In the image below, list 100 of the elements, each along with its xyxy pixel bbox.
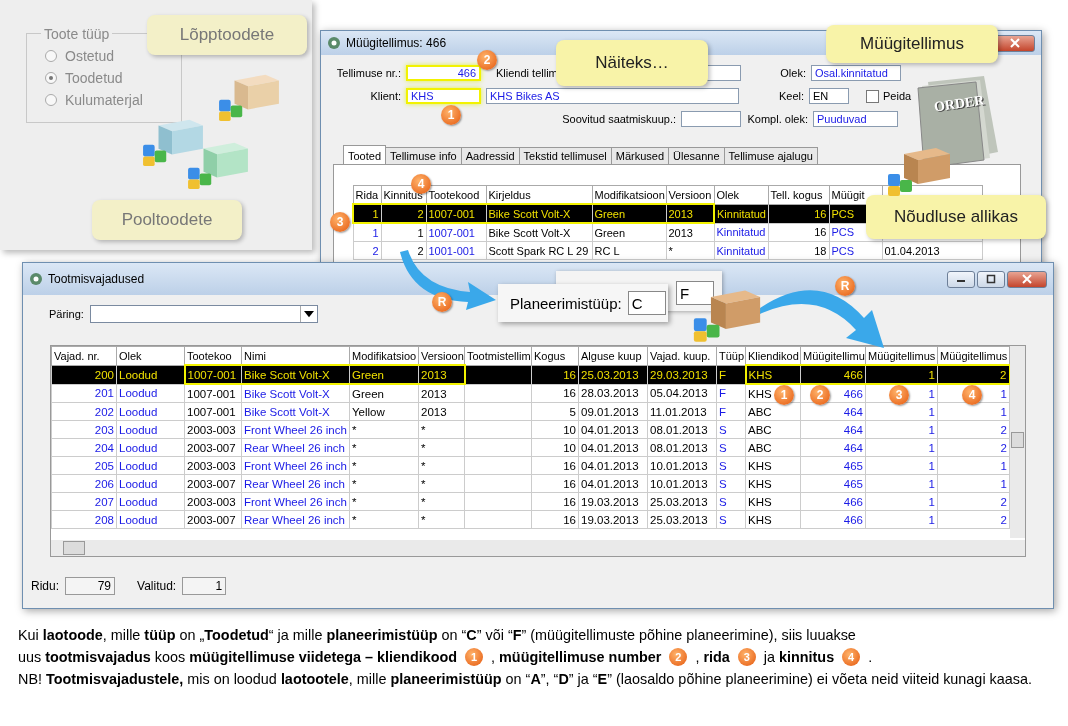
minimize-button[interactable] — [947, 270, 975, 288]
table-cell[interactable]: 2 — [937, 420, 1010, 439]
input-field[interactable]: 466 — [406, 65, 481, 81]
input-field[interactable]: Osal.kinnitatud — [811, 65, 901, 81]
table-cell[interactable]: 1 — [937, 474, 1010, 493]
table-cell[interactable]: 464 — [800, 420, 866, 439]
radio-button[interactable] — [45, 94, 57, 106]
dropdown[interactable] — [89, 305, 318, 323]
table-cell[interactable]: 1007-001 — [184, 384, 242, 403]
table-cell[interactable]: 2 — [937, 492, 1010, 511]
table-cell[interactable]: 2 — [937, 365, 1010, 384]
table-cell[interactable]: 1 — [865, 456, 938, 475]
table-cell[interactable]: 2013 — [418, 384, 465, 403]
table-cell[interactable]: Loodud — [116, 510, 185, 529]
table-cell[interactable]: 466 — [800, 492, 866, 511]
table-cell[interactable]: 2 — [937, 438, 1010, 457]
table-cell[interactable]: 2003-007 — [184, 474, 242, 493]
table-cell[interactable]: PCS — [829, 241, 882, 260]
table-cell[interactable]: 01.04.2013 — [882, 241, 982, 260]
table-cell[interactable]: 16 — [531, 492, 579, 511]
table-cell[interactable]: S — [716, 474, 746, 493]
table-cell[interactable]: 466 — [800, 510, 866, 529]
table-cell[interactable]: Loodud — [116, 438, 185, 457]
table-cell[interactable]: 10.01.2013 — [647, 474, 717, 493]
table-cell[interactable]: 1001-001 — [426, 241, 486, 260]
table-cell[interactable]: 5 — [531, 402, 579, 421]
table-cell[interactable]: Green — [349, 384, 419, 403]
table-cell[interactable]: F — [716, 384, 746, 403]
table-cell[interactable]: * — [666, 241, 714, 260]
table-cell[interactable]: 1 — [865, 510, 938, 529]
table-cell[interactable]: 1 — [865, 474, 938, 493]
table-cell[interactable]: ABC — [745, 438, 801, 457]
table-cell[interactable]: 16 — [531, 474, 579, 493]
close-button[interactable] — [1007, 270, 1047, 288]
table-cell[interactable]: 2 — [381, 204, 426, 223]
table-cell[interactable]: 1 — [381, 223, 426, 242]
table-cell[interactable]: * — [349, 492, 419, 511]
table-cell[interactable]: Green — [592, 223, 666, 242]
table-cell[interactable]: * — [418, 420, 465, 439]
table-cell[interactable]: 2003-003 — [184, 456, 242, 475]
table-cell[interactable]: Bike Scott Volt-X — [241, 384, 350, 403]
table-cell[interactable]: 04.01.2013 — [578, 474, 648, 493]
table-cell[interactable]: 2 — [353, 241, 381, 260]
table-cell[interactable]: 1 — [937, 456, 1010, 475]
table-cell[interactable]: * — [349, 474, 419, 493]
table-cell[interactable]: Bike Scott Volt-X — [241, 365, 350, 384]
table-cell[interactable]: 203 — [51, 420, 117, 439]
scroll-thumb[interactable] — [63, 541, 85, 555]
table-cell[interactable]: 04.01.2013 — [578, 438, 648, 457]
table-cell[interactable]: 09.01.2013 — [578, 402, 648, 421]
table-cell[interactable]: 205 — [51, 456, 117, 475]
table-cell[interactable]: S — [716, 510, 746, 529]
input-field[interactable]: Puuduvad — [813, 111, 898, 127]
table-cell[interactable]: 16 — [768, 223, 829, 242]
tab[interactable]: Tellimuse info — [385, 147, 462, 164]
table-cell[interactable]: Bike Scott Volt-X — [486, 223, 592, 242]
table-cell[interactable]: 2013 — [666, 204, 714, 223]
table-cell[interactable]: 1 — [865, 365, 938, 384]
table-cell[interactable]: Loodud — [116, 492, 185, 511]
input-field[interactable]: EN — [809, 88, 849, 104]
table-cell[interactable]: * — [349, 510, 419, 529]
table-cell[interactable]: S — [716, 438, 746, 457]
vertical-scrollbar[interactable] — [1010, 346, 1025, 538]
table-cell[interactable]: 19.03.2013 — [578, 510, 648, 529]
radio-button[interactable] — [45, 72, 57, 84]
table-cell[interactable]: 2003-007 — [184, 438, 242, 457]
table-cell[interactable]: * — [418, 510, 465, 529]
table-cell[interactable]: 204 — [51, 438, 117, 457]
table-cell[interactable]: Front Wheel 26 inch — [241, 492, 350, 511]
table-cell[interactable]: 11.01.2013 — [647, 402, 717, 421]
table-cell[interactable]: 16 — [531, 510, 579, 529]
table-cell[interactable]: 04.01.2013 — [578, 420, 648, 439]
table-cell[interactable]: 1007-001 — [184, 402, 242, 421]
tab[interactable]: Märkused — [610, 147, 670, 164]
table-cell[interactable]: * — [418, 438, 465, 457]
table-cell[interactable]: S — [716, 492, 746, 511]
table-cell[interactable]: 16 — [531, 456, 579, 475]
table-cell[interactable]: 1007-001 — [184, 365, 242, 384]
table-cell[interactable]: KHS — [745, 456, 801, 475]
table-cell[interactable]: 2003-003 — [184, 492, 242, 511]
table-cell[interactable]: Rear Wheel 26 inch — [241, 474, 350, 493]
table-cell[interactable]: 18 — [768, 241, 829, 260]
table-cell[interactable]: 2013 — [666, 223, 714, 242]
table-cell[interactable]: 2 — [937, 510, 1010, 529]
table-cell[interactable]: Green — [592, 204, 666, 223]
table-cell[interactable]: Green — [349, 365, 419, 384]
table-cell[interactable]: Loodud — [116, 456, 185, 475]
table-cell[interactable]: 1007-001 — [426, 223, 486, 242]
table-cell[interactable]: * — [418, 492, 465, 511]
table-cell[interactable]: 10 — [531, 438, 579, 457]
table-cell[interactable]: * — [349, 420, 419, 439]
table-cell[interactable]: 25.03.2013 — [647, 510, 717, 529]
input-field[interactable]: KHS Bikes AS — [486, 88, 739, 104]
table-cell[interactable]: * — [349, 438, 419, 457]
radio-button[interactable] — [45, 50, 57, 62]
table-cell[interactable]: ABC — [745, 420, 801, 439]
table-cell[interactable]: S — [716, 456, 746, 475]
table-cell[interactable]: 08.01.2013 — [647, 438, 717, 457]
tab[interactable]: Tekstid tellimusel — [518, 147, 612, 164]
table-cell[interactable]: 1 — [865, 492, 938, 511]
